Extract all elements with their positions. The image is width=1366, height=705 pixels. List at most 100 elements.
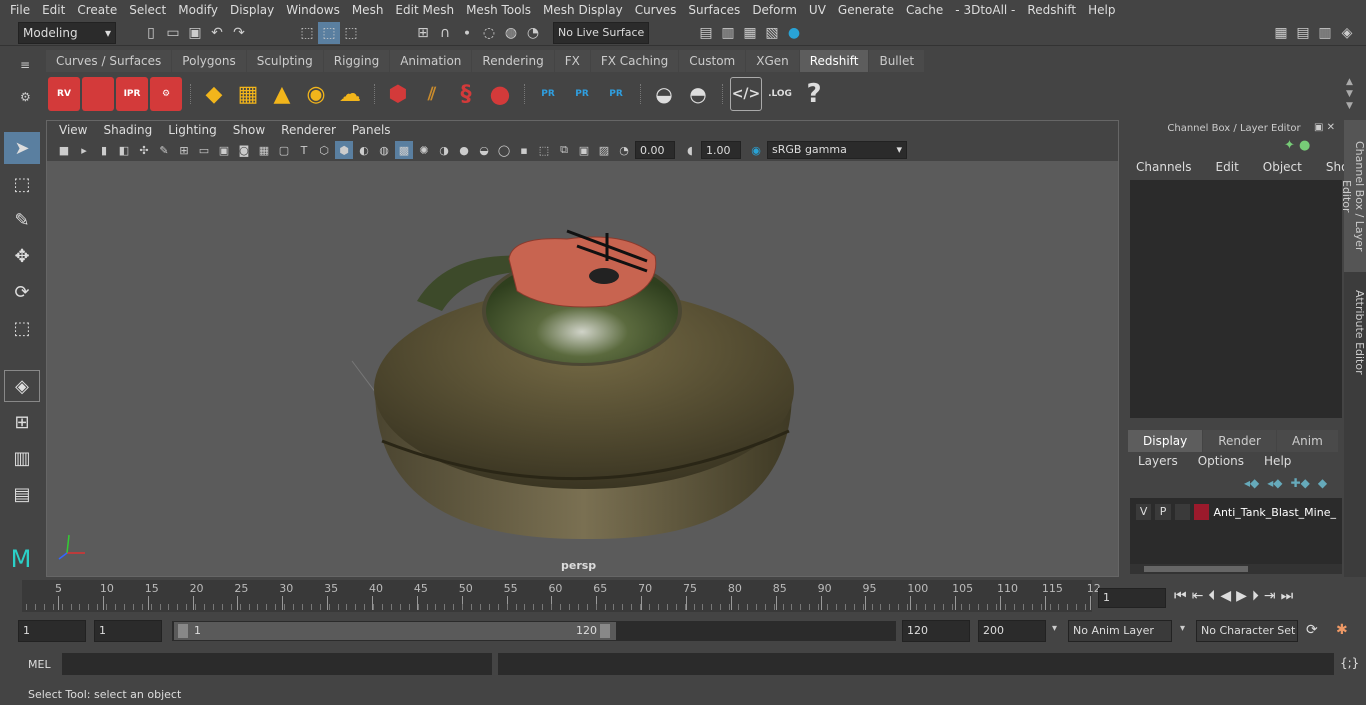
menu-generate[interactable]: Generate [832, 0, 900, 20]
shelf-tab-redshift[interactable]: Redshift [799, 50, 869, 72]
open-scene-icon[interactable]: ▭ [162, 22, 184, 44]
time-slider[interactable]: 1 5 10 15 20 25 30 35 40 45 50 55 60 65 70 75 80 85 90 95 1… [0, 580, 1366, 614]
new-scene-icon[interactable]: ▯ [140, 22, 162, 44]
rs-hair-icon[interactable]: ⫽ [416, 77, 448, 111]
shelf-tab-rendering[interactable]: Rendering [472, 50, 554, 72]
menu-file[interactable]: File [4, 0, 36, 20]
rs-pr-convert-icon[interactable]: PR [600, 77, 632, 111]
scene-canvas[interactable] [47, 161, 1118, 576]
rs-pr-mesh-icon[interactable]: PR [532, 77, 564, 111]
range-left-grip[interactable] [178, 624, 188, 638]
rs-spot-light-icon[interactable]: ▲ [266, 77, 298, 111]
move-tool-icon[interactable]: ✥ [4, 240, 40, 272]
resolution-gate-icon[interactable]: ▣ [215, 141, 233, 159]
step-back-frame-icon[interactable]: ⏴ [1208, 588, 1215, 604]
xray-joints-icon[interactable]: ⧉ [555, 141, 573, 159]
layer-menu-options[interactable]: Options [1188, 454, 1254, 472]
depth-icon[interactable]: ▪ [515, 141, 533, 159]
menu-display[interactable]: Display [224, 0, 280, 20]
select-tool-icon[interactable]: ➤ [4, 132, 40, 164]
menu-mesh-tools[interactable]: Mesh Tools [460, 0, 537, 20]
menu-mesh[interactable]: Mesh [346, 0, 390, 20]
menu-help[interactable]: Help [1082, 0, 1121, 20]
shelf-tab-sculpting[interactable]: Sculpting [246, 50, 323, 72]
lights-icon[interactable]: ✺ [415, 141, 433, 159]
viewport-menu-view[interactable]: View [51, 123, 95, 137]
layer-visibility-toggle[interactable]: V [1136, 504, 1152, 520]
step-forward-frame-icon[interactable]: ⏵ [1252, 588, 1259, 604]
rs-portal-light-icon[interactable]: ▦ [232, 77, 264, 111]
single-view-icon[interactable]: ◈ [4, 370, 40, 402]
menu-surfaces[interactable]: Surfaces [682, 0, 746, 20]
snap-grid-icon[interactable]: ⊞ [412, 22, 434, 44]
undo-icon[interactable]: ↶ [206, 22, 228, 44]
layer-display-type[interactable] [1174, 504, 1191, 520]
exposure-icon[interactable]: ◔ [615, 141, 633, 159]
rs-batch-render-icon[interactable] [82, 77, 114, 111]
shelf-tab-fx-caching[interactable]: FX Caching [590, 50, 679, 72]
snap-live-icon[interactable]: ◔ [522, 22, 544, 44]
timeline-bar[interactable]: 5 10 15 20 25 30 35 40 45 50 55 60 65 70 75 80 85 90 95 100… [22, 580, 1101, 612]
scale-tool-icon[interactable]: ⬚ [4, 312, 40, 344]
xray-icon[interactable]: ▩ [395, 141, 413, 159]
paint-select-icon[interactable]: ✎ [4, 204, 40, 236]
shelf-menu-icon[interactable]: ≡ [20, 58, 30, 72]
menu-modify[interactable]: Modify [172, 0, 224, 20]
menu-curves[interactable]: Curves [629, 0, 683, 20]
step-back-key-icon[interactable]: ⇤ [1192, 588, 1204, 604]
hypershade-icon[interactable]: ● [783, 22, 805, 44]
rs-volume-icon[interactable]: § [450, 77, 482, 111]
menu-mesh-display[interactable]: Mesh Display [537, 0, 629, 20]
auto-key-icon[interactable]: ⟳ [1306, 622, 1318, 638]
rs-area-light-icon[interactable]: ◆ [198, 77, 230, 111]
select-object-icon[interactable]: ⬚ [318, 22, 340, 44]
rs-bake-set-icon[interactable]: ◓ [682, 77, 714, 111]
script-editor-icon[interactable]: {;} [1340, 656, 1359, 670]
gamma-icon[interactable]: ◖ [681, 141, 699, 159]
range-right-grip[interactable] [600, 624, 610, 638]
new-layer-selected-icon[interactable]: ◆ [1318, 476, 1327, 490]
menu-deform[interactable]: Deform [746, 0, 803, 20]
safe-title-icon[interactable]: T [295, 141, 313, 159]
shelf-tab-polygons[interactable]: Polygons [172, 50, 246, 72]
rs-bake-icon[interactable]: ◒ [648, 77, 680, 111]
character-set-dropdown[interactable]: No Character Set [1196, 620, 1298, 642]
new-layer-icon[interactable]: ✚◆ [1291, 476, 1310, 490]
playback-start-field[interactable]: 1 [94, 620, 162, 642]
shelf-tab-fx[interactable]: FX [554, 50, 590, 72]
shelf-tab-curves-surfaces[interactable]: Curves / Surfaces [46, 50, 172, 72]
grid-icon[interactable]: ⊞ [175, 141, 193, 159]
colorspace-dropdown[interactable]: sRGB gamma ▾ [767, 141, 907, 159]
live-surface-field[interactable]: No Live Surface [553, 22, 649, 44]
playback-end-field[interactable]: 120 [902, 620, 970, 642]
toggle-panel-icon[interactable]: ▤ [1292, 22, 1314, 44]
color-management-icon[interactable]: ◉ [747, 141, 765, 159]
viewport-menu-panels[interactable]: Panels [344, 123, 399, 137]
scene-view[interactable]: persp [47, 161, 1118, 576]
channel-list[interactable] [1130, 180, 1342, 418]
animation-start-field[interactable]: 1 [18, 620, 86, 642]
ipr-render-icon[interactable]: ▦ [739, 22, 761, 44]
four-view-icon[interactable]: ⊞ [4, 406, 40, 438]
shelf-settings-icon[interactable]: ⚙ [20, 90, 31, 104]
side-tab-attribute-editor[interactable]: Attribute Editor [1344, 284, 1366, 381]
menu-windows[interactable]: Windows [280, 0, 346, 20]
channel-menu-channels[interactable]: Channels [1124, 160, 1204, 178]
viewport-menu-renderer[interactable]: Renderer [273, 123, 344, 137]
shelf-tab-animation[interactable]: Animation [390, 50, 472, 72]
shelf-tab-rigging[interactable]: Rigging [323, 50, 390, 72]
move-layer-up-icon[interactable]: ◂◆ [1244, 476, 1259, 490]
menu-select[interactable]: Select [123, 0, 172, 20]
viewport-panel[interactable]: View Shading Lighting Show Renderer Panels ■ … [46, 120, 1119, 577]
rs-log-icon[interactable]: .LOG [764, 77, 796, 111]
step-forward-key-icon[interactable]: ⇥ [1264, 588, 1276, 604]
select-hierarchy-icon[interactable]: ⬚ [296, 22, 318, 44]
command-input[interactable] [62, 653, 492, 675]
layer-tab-display[interactable]: Display [1128, 430, 1203, 452]
ambient-occlusion-icon[interactable]: ● [455, 141, 473, 159]
go-to-start-icon[interactable]: ⏮ [1174, 588, 1187, 604]
menu-edit-mesh[interactable]: Edit Mesh [389, 0, 460, 20]
layer-tab-anim[interactable]: Anim [1276, 430, 1338, 452]
go-to-end-icon[interactable]: ⏭ [1281, 588, 1294, 604]
pencil-icon[interactable]: ✎ [155, 141, 173, 159]
